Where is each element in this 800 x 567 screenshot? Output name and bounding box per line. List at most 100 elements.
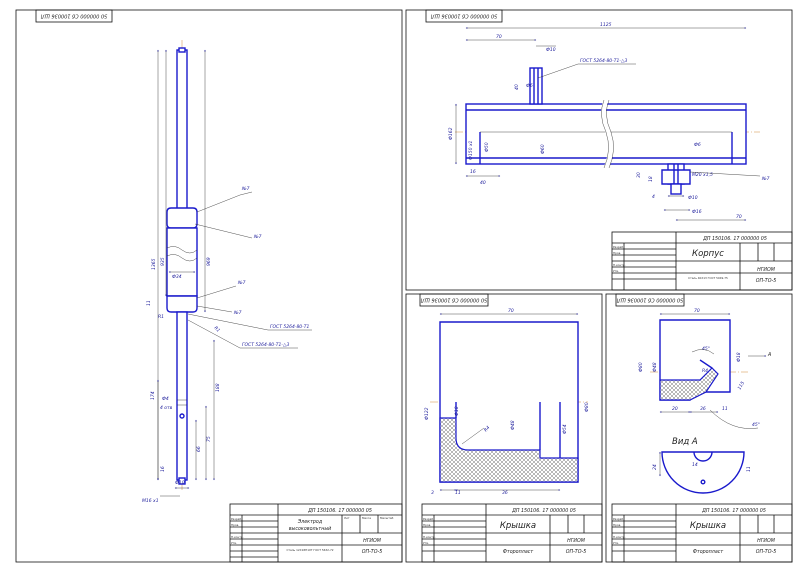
sheet-electrode: 50 000000 Сб 100036 ШЛ 1365 935 969 Ф34 … bbox=[15, 9, 403, 563]
c-dim-20: 20 bbox=[672, 406, 678, 412]
dim-d34: Ф34 bbox=[172, 274, 182, 280]
h-dim-70b: 70 bbox=[736, 214, 742, 220]
c-dim-14: 14 bbox=[692, 462, 698, 468]
dim-l75: 75 bbox=[206, 436, 212, 442]
view-label: Вид А bbox=[672, 437, 698, 447]
svg-text:Утв.: Утв. bbox=[231, 541, 237, 545]
dim-r1: R1 bbox=[158, 314, 164, 320]
svg-text:Масса: Масса bbox=[362, 516, 371, 520]
svg-text:ОП-ТО-5: ОП-ТО-5 bbox=[756, 278, 777, 284]
svg-text:50 000000 Сб 100036 ШЛ: 50 000000 Сб 100036 ШЛ bbox=[430, 13, 497, 19]
h-callout: №7 bbox=[761, 176, 770, 182]
c-dim-45: 45° bbox=[702, 346, 710, 352]
c-dim-w: 70 bbox=[694, 308, 700, 314]
callout-2: №7 bbox=[253, 234, 262, 240]
callout-4: №7 bbox=[233, 310, 242, 316]
svg-text:Н.контр.: Н.контр. bbox=[613, 535, 626, 539]
c-dim-d48: Ф48 bbox=[652, 362, 658, 372]
sheet-frame bbox=[15, 9, 403, 563]
l-dim-d54: Ф54 bbox=[562, 424, 568, 434]
c-dim-24: 24 bbox=[652, 464, 658, 470]
title-block-housing: ДП 150106. 17 000000 05 Разраб. Пров. Н.… bbox=[611, 231, 793, 291]
tb-lid-name: Крышка bbox=[500, 521, 536, 531]
view-a-shape bbox=[661, 451, 745, 494]
dim-d10: Ф10 bbox=[175, 480, 185, 486]
dim-l11: 11 bbox=[146, 300, 152, 306]
svg-text:Утв.: Утв. bbox=[423, 541, 429, 545]
l-dim-w: 70 bbox=[508, 308, 514, 314]
dim-r1b: R1 bbox=[213, 325, 222, 334]
c-dim-11: 11 bbox=[722, 406, 728, 412]
svg-text:Пров.: Пров. bbox=[613, 251, 621, 255]
svg-text:Фторопласт: Фторопласт bbox=[693, 549, 724, 555]
tb-cap-name: Крышка bbox=[690, 521, 726, 531]
drawing-sheet: 50 000000 Сб 100036 ШЛ 1365 935 969 Ф34 … bbox=[15, 9, 793, 563]
l-dim-11: 11 bbox=[455, 490, 461, 496]
h-dim-d50: Ф50 bbox=[484, 142, 490, 152]
svg-text:Пров.: Пров. bbox=[613, 523, 621, 527]
c-dim-d80: Ф80 bbox=[638, 362, 644, 372]
dim-l66: 66 bbox=[196, 446, 202, 452]
l-dim-d48: Ф48 bbox=[510, 420, 516, 430]
sheet-stamp-text: 50 000000 Сб 100036 ШЛ bbox=[40, 13, 107, 19]
dim-l16: 16 bbox=[160, 466, 166, 472]
dim-mid: 969 bbox=[206, 257, 212, 266]
c-dim-d18: Ф18 bbox=[736, 352, 742, 362]
gost-2: ГОСТ 5264-80-Т1-△3 bbox=[242, 342, 289, 348]
h-gost: ГОСТ 5264-80-Т1-△3 bbox=[580, 58, 627, 64]
h-dim-d10: Ф10 bbox=[546, 47, 556, 53]
svg-text:50 000000 Сб 100036 ШЛ: 50 000000 Сб 100036 ШЛ bbox=[616, 297, 683, 303]
svg-text:ДП 150106. 17 000000 05: ДП 150106. 17 000000 05 bbox=[701, 508, 766, 514]
svg-text:Разраб.: Разраб. bbox=[613, 517, 624, 521]
callout-1: №7 bbox=[241, 186, 250, 192]
svg-text:Н.контр.: Н.контр. bbox=[613, 263, 626, 267]
svg-text:Разраб.: Разраб. bbox=[231, 517, 242, 521]
h-dim-w: 1125 bbox=[600, 22, 612, 28]
h-dim-d60: Ф60 bbox=[540, 144, 546, 154]
svg-text:Фторопласт: Фторопласт bbox=[503, 549, 534, 555]
dim-d4b: 4 отв bbox=[160, 405, 173, 411]
dim-total: 1365 bbox=[151, 258, 157, 270]
title-block-electrode: ДП 150106. 17 000000 05 Разраб. Пров. Н.… bbox=[229, 503, 403, 563]
gost-1: ГОСТ 5264-80-Т1 bbox=[270, 324, 310, 330]
h-dim-d16: Ф16 bbox=[692, 209, 702, 215]
h-dim-30: 30 bbox=[636, 172, 642, 178]
c-dim-r4: R4 bbox=[702, 368, 708, 374]
c-dim-11b: 11 bbox=[746, 466, 752, 472]
tb-material: Сталь 12Х18Н10Т ГОСТ 5632-72 bbox=[286, 548, 333, 552]
svg-text:Н.контр.: Н.контр. bbox=[231, 535, 244, 539]
sheet-housing: 50 000000 Сб 100036 ШЛ 1125 70 Ф10 Ф6 40… bbox=[405, 9, 793, 291]
l-dim-d18: Ф18 bbox=[454, 406, 460, 416]
dim-upper: 935 bbox=[160, 257, 166, 266]
svg-text:Утв.: Утв. bbox=[613, 541, 619, 545]
l-dim-36: 36 bbox=[502, 490, 508, 496]
housing-body bbox=[465, 103, 747, 165]
svg-text:Пров.: Пров. bbox=[231, 523, 239, 527]
tb-org1: НГИОМ bbox=[363, 538, 382, 544]
svg-text:Н.контр.: Н.контр. bbox=[423, 535, 436, 539]
h-dim-40: 40 bbox=[514, 84, 520, 90]
h-dim-d162: Ф162 bbox=[448, 127, 454, 140]
electrode-rod-lower bbox=[176, 311, 188, 481]
c-dim-36: 36 bbox=[700, 406, 706, 412]
h-dim-16: 16 bbox=[470, 169, 476, 175]
svg-text:Масштаб: Масштаб bbox=[380, 516, 394, 520]
sheet-cap: 50 000000 Сб 100036 ШЛ 70 Ф80 Ф48 Ф18 45… bbox=[605, 293, 793, 563]
svg-text:Разраб.: Разраб. bbox=[423, 517, 434, 521]
svg-text:ОП-ТО-5: ОП-ТО-5 bbox=[756, 549, 777, 555]
svg-text:ДП 150106. 17 000000 05: ДП 150106. 17 000000 05 bbox=[702, 236, 767, 242]
h-dim-d6: Ф6 bbox=[526, 83, 533, 89]
h-dim-d10b: Ф10 bbox=[688, 195, 698, 201]
view-arrow: А bbox=[767, 352, 771, 358]
l-dim-d80: Ф80 bbox=[584, 402, 590, 412]
svg-text:Утв.: Утв. bbox=[613, 269, 619, 273]
tb-housing-name: Корпус bbox=[692, 249, 724, 259]
svg-text:Разраб.: Разраб. bbox=[613, 245, 624, 249]
svg-text:НГИОМ: НГИОМ bbox=[567, 538, 586, 544]
dim-d4: Ф4 bbox=[162, 396, 169, 402]
electrode-rod-upper bbox=[176, 49, 188, 211]
svg-text:НГИОМ: НГИОМ bbox=[757, 267, 776, 273]
electrode-body bbox=[166, 227, 198, 297]
tb-doc: ДП 150106. 17 000000 05 bbox=[307, 508, 372, 514]
l-dim-d122: Ф122 bbox=[424, 407, 430, 420]
